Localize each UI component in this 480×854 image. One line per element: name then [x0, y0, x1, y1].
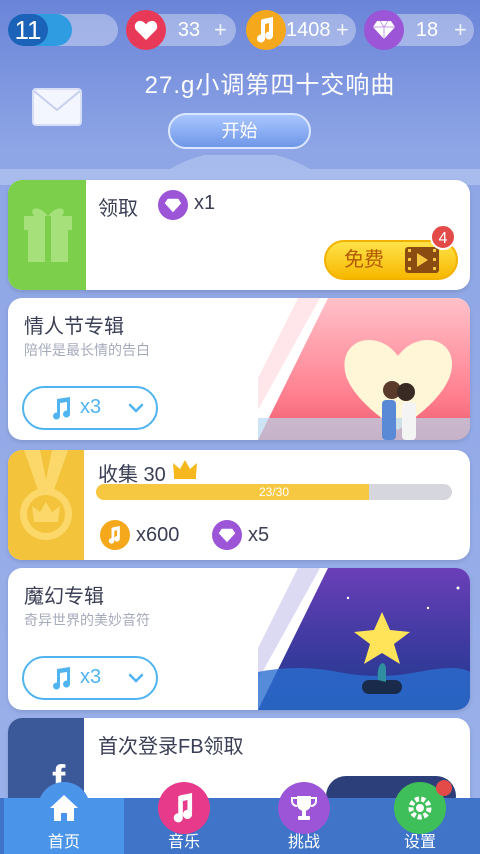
collect-medal-panel [8, 450, 84, 560]
gift-reward-qty: x1 [194, 192, 216, 214]
nav-challenge[interactable]: 挑战 [244, 782, 364, 854]
fantasy-album-subtitle: 奇异世界的美妙音符 [24, 612, 150, 628]
diamond-icon [364, 10, 404, 50]
chevron-down-icon [128, 403, 144, 413]
start-button[interactable]: 开始 [168, 113, 311, 149]
song-title: 27.g小调第四十交响曲 [144, 72, 396, 99]
notification-dot [436, 780, 452, 796]
valentine-album-card[interactable]: 情人节专辑 陪伴是最长情的告白 x3 [8, 298, 470, 440]
bottom-nav: 首页 音乐 挑战 设置 [0, 780, 480, 854]
valentine-album-subtitle: 陪伴是最长情的告白 [24, 342, 150, 358]
music-note-icon [158, 782, 210, 834]
free-button-label: 免费 [344, 249, 384, 271]
level-number: 11 [8, 14, 48, 46]
fantasy-album-card[interactable]: 魔幻专辑 奇异世界的美妙音符 x3 [8, 568, 470, 710]
music-note-icon [246, 10, 286, 50]
gift-panel [8, 180, 86, 290]
valentine-album-art [258, 298, 470, 440]
notes-value: 1408 [286, 19, 331, 41]
collect-progress-text: 23/30 [258, 485, 290, 499]
notification-badge: 4 [430, 224, 456, 250]
gems-value: 18 [415, 19, 439, 41]
fantasy-album-art [258, 568, 470, 710]
hearts-add-button[interactable]: + [214, 14, 227, 46]
video-play-icon [405, 247, 439, 273]
notes-add-button[interactable]: + [336, 14, 349, 46]
home-icon [38, 782, 90, 834]
facebook-reward-title: 首次登录FB领取 [98, 736, 244, 758]
nav-settings[interactable]: 设置 [360, 780, 480, 854]
gems-add-button[interactable]: + [454, 14, 467, 46]
collect-card: 收集 30 23/30 x600 x5 [8, 450, 470, 560]
valentine-album-count: x3 [80, 396, 102, 418]
nav-music-label: 音乐 [167, 834, 200, 851]
valentine-album-dropdown[interactable]: x3 [22, 386, 158, 430]
collect-title: 收集 30 [98, 464, 166, 486]
collect-reward-gems: x5 [248, 524, 270, 546]
gift-card: 领取 x1 免费 4 [8, 180, 470, 290]
music-note-icon [53, 397, 71, 420]
mail-icon[interactable] [32, 88, 82, 126]
music-note-icon [100, 520, 130, 550]
trophy-icon [278, 782, 330, 834]
hearts-value: 33 [177, 19, 201, 41]
fantasy-album-dropdown[interactable]: x3 [22, 656, 158, 700]
music-note-icon [53, 667, 71, 690]
collect-reward-notes: x600 [136, 524, 180, 546]
collect-progress-bar: 23/30 [96, 484, 452, 500]
fantasy-album-count: x3 [80, 666, 102, 688]
heart-icon [126, 10, 166, 50]
valentine-album-title: 情人节专辑 [24, 316, 124, 338]
nav-home[interactable]: 首页 [4, 782, 124, 854]
diamond-icon [158, 190, 188, 220]
nav-music[interactable]: 音乐 [124, 782, 244, 854]
fantasy-album-title: 魔幻专辑 [24, 586, 104, 608]
nav-settings-label: 设置 [403, 834, 436, 851]
gift-title: 领取 [98, 198, 138, 220]
chevron-down-icon [128, 673, 144, 683]
diamond-icon [212, 520, 242, 550]
status-bar: 11 33 + 1408 + 18 + [0, 0, 480, 60]
nav-challenge-label: 挑战 [287, 834, 320, 851]
nav-home-label: 首页 [47, 834, 80, 851]
crown-icon [173, 460, 197, 479]
gift-box-icon [24, 208, 72, 262]
medal-icon [20, 450, 72, 540]
